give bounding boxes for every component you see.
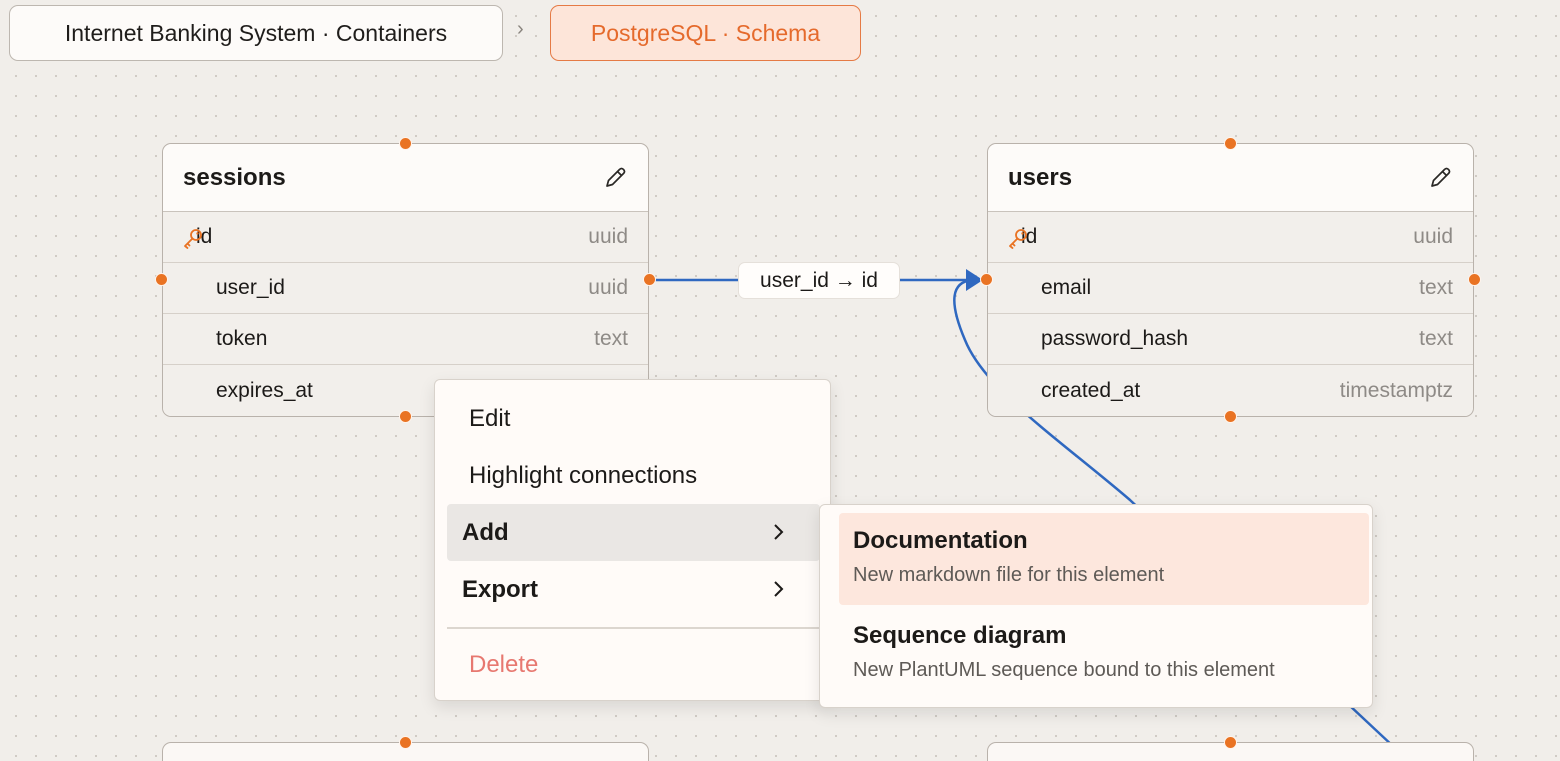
- column-type: timestamptz: [1339, 378, 1453, 402]
- breadcrumb-label: Internet Banking System · Containers: [64, 19, 448, 46]
- connection-handle[interactable]: [643, 273, 656, 286]
- menu-item-add[interactable]: Add: [447, 504, 820, 561]
- breadcrumb-item-containers[interactable]: Internet Banking System · Containers: [9, 5, 503, 61]
- connection-handle[interactable]: [1224, 137, 1237, 150]
- pencil-icon[interactable]: [1427, 165, 1453, 191]
- submenu-item-description: New PlantUML sequence bound to this elem…: [853, 659, 1275, 681]
- menu-item-label: Edit: [469, 404, 511, 432]
- column-type: text: [594, 327, 628, 350]
- key-icon: [1006, 226, 1030, 250]
- column-row[interactable]: id uuid: [988, 212, 1473, 263]
- context-menu: Edit Highlight connections Add Export De…: [434, 379, 831, 701]
- column-row[interactable]: email text: [988, 263, 1473, 314]
- chevron-right-icon: [772, 521, 786, 543]
- chevron-right-icon: [772, 578, 786, 600]
- submenu-item-title: Sequence diagram: [853, 622, 1067, 649]
- menu-item-label: Add: [462, 518, 509, 546]
- column-row[interactable]: created_at timestamptz: [988, 365, 1473, 416]
- connection-handle[interactable]: [399, 410, 412, 423]
- connection-handle[interactable]: [980, 273, 993, 286]
- column-name: user_id: [216, 276, 285, 299]
- column-name: password_hash: [1041, 327, 1189, 350]
- table-header: users: [988, 144, 1473, 212]
- table-name: sessions: [183, 163, 286, 191]
- column-name: token: [216, 327, 268, 350]
- breadcrumb-separator: ›: [517, 18, 524, 40]
- submenu-item-title: Documentation: [853, 527, 1028, 554]
- breadcrumb-item-schema[interactable]: PostgreSQL · Schema: [550, 5, 861, 61]
- table-card-sessions[interactable]: sessions id uuid user_id uuid token text…: [162, 143, 649, 417]
- column-row[interactable]: token text: [163, 314, 648, 365]
- column-row[interactable]: user_id uuid: [163, 263, 648, 314]
- connection-handle[interactable]: [399, 137, 412, 150]
- breadcrumb-label: PostgreSQL · Schema: [590, 19, 821, 46]
- edge-label[interactable]: user_id → id: [738, 262, 900, 299]
- key-icon: [181, 226, 205, 250]
- menu-item-highlight-connections[interactable]: Highlight connections: [447, 447, 820, 504]
- submenu-item-sequence-diagram[interactable]: Sequence diagram New PlantUML sequence b…: [839, 608, 1369, 700]
- column-name: email: [1041, 276, 1092, 299]
- table-name: users: [1008, 163, 1073, 191]
- table-header: sessions: [163, 144, 648, 212]
- column-name: created_at: [1041, 378, 1141, 402]
- connection-handle[interactable]: [1468, 273, 1481, 286]
- add-submenu: Documentation New markdown file for this…: [819, 504, 1373, 708]
- submenu-item-documentation[interactable]: Documentation New markdown file for this…: [839, 513, 1369, 605]
- menu-item-label: Export: [462, 575, 539, 603]
- column-row[interactable]: id uuid: [163, 212, 648, 263]
- edge-label-text: user_id → id: [760, 268, 878, 292]
- submenu-item-description: New markdown file for this element: [853, 564, 1165, 586]
- column-row[interactable]: password_hash text: [988, 314, 1473, 365]
- connection-handle[interactable]: [155, 273, 168, 286]
- pencil-icon[interactable]: [602, 165, 628, 191]
- connection-handle[interactable]: [1224, 410, 1237, 423]
- column-type: text: [1419, 276, 1453, 299]
- connection-handle[interactable]: [399, 736, 412, 749]
- menu-divider: [447, 627, 820, 629]
- column-type: uuid: [588, 225, 628, 248]
- menu-item-edit[interactable]: Edit: [447, 390, 820, 447]
- column-type: uuid: [1413, 225, 1453, 248]
- column-name: expires_at: [216, 378, 313, 402]
- menu-item-label: Highlight connections: [469, 461, 698, 489]
- connection-handle[interactable]: [1224, 736, 1237, 749]
- menu-item-label: Delete: [469, 650, 539, 678]
- column-type: uuid: [588, 276, 628, 299]
- menu-item-export[interactable]: Export: [447, 561, 820, 618]
- column-type: text: [1419, 327, 1453, 350]
- table-card-users[interactable]: users id uuid email text password_hash t…: [987, 143, 1474, 417]
- menu-item-delete[interactable]: Delete: [447, 636, 820, 693]
